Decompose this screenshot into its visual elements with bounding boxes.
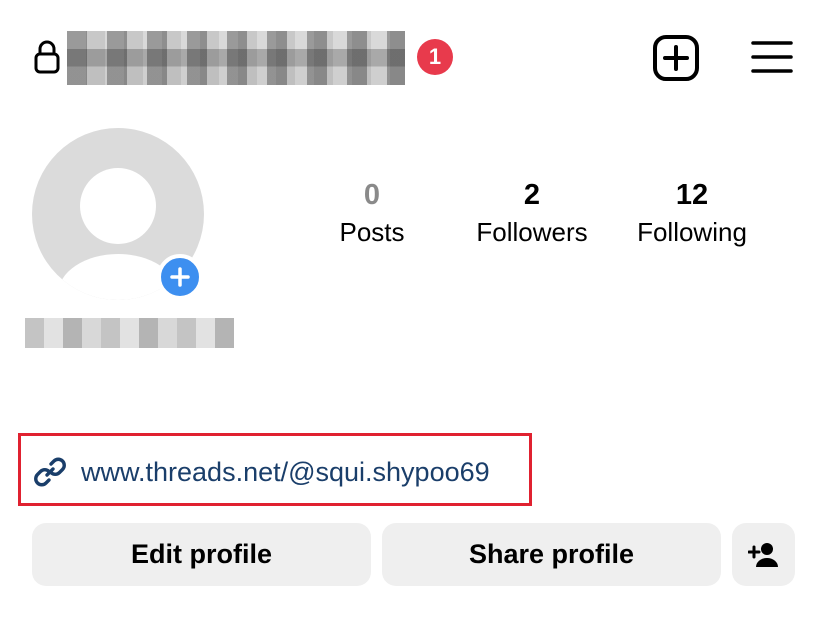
add-photo-button[interactable] [157, 254, 203, 300]
avatar-head-shape [80, 168, 156, 244]
stat-following-value: 12 [675, 179, 709, 211]
add-person-icon [747, 542, 778, 567]
notification-badge: 1 [417, 39, 453, 75]
share-profile-button[interactable]: Share profile [382, 523, 721, 586]
stat-following-label: Following [637, 217, 747, 247]
menu-icon[interactable] [751, 40, 793, 74]
plus-square-icon[interactable] [653, 35, 699, 81]
stat-followers[interactable]: 2 Followers [457, 176, 607, 250]
stat-followers-value: 2 [523, 179, 541, 211]
edit-profile-button[interactable]: Edit profile [32, 523, 371, 586]
stat-followers-label: Followers [476, 217, 588, 247]
username-redacted[interactable] [67, 31, 405, 85]
stat-posts[interactable]: 0 Posts [297, 176, 447, 250]
plus-icon [170, 267, 190, 287]
lock-icon [34, 40, 60, 74]
link-icon [34, 457, 66, 487]
discover-people-button[interactable] [732, 523, 795, 586]
stat-posts-value: 0 [363, 179, 381, 211]
stat-posts-label: Posts [339, 217, 405, 247]
profile-link[interactable]: www.threads.net/@squi.shypoo69 [81, 455, 490, 489]
stat-following[interactable]: 12 Following [617, 176, 767, 250]
display-name-redacted [25, 318, 234, 348]
